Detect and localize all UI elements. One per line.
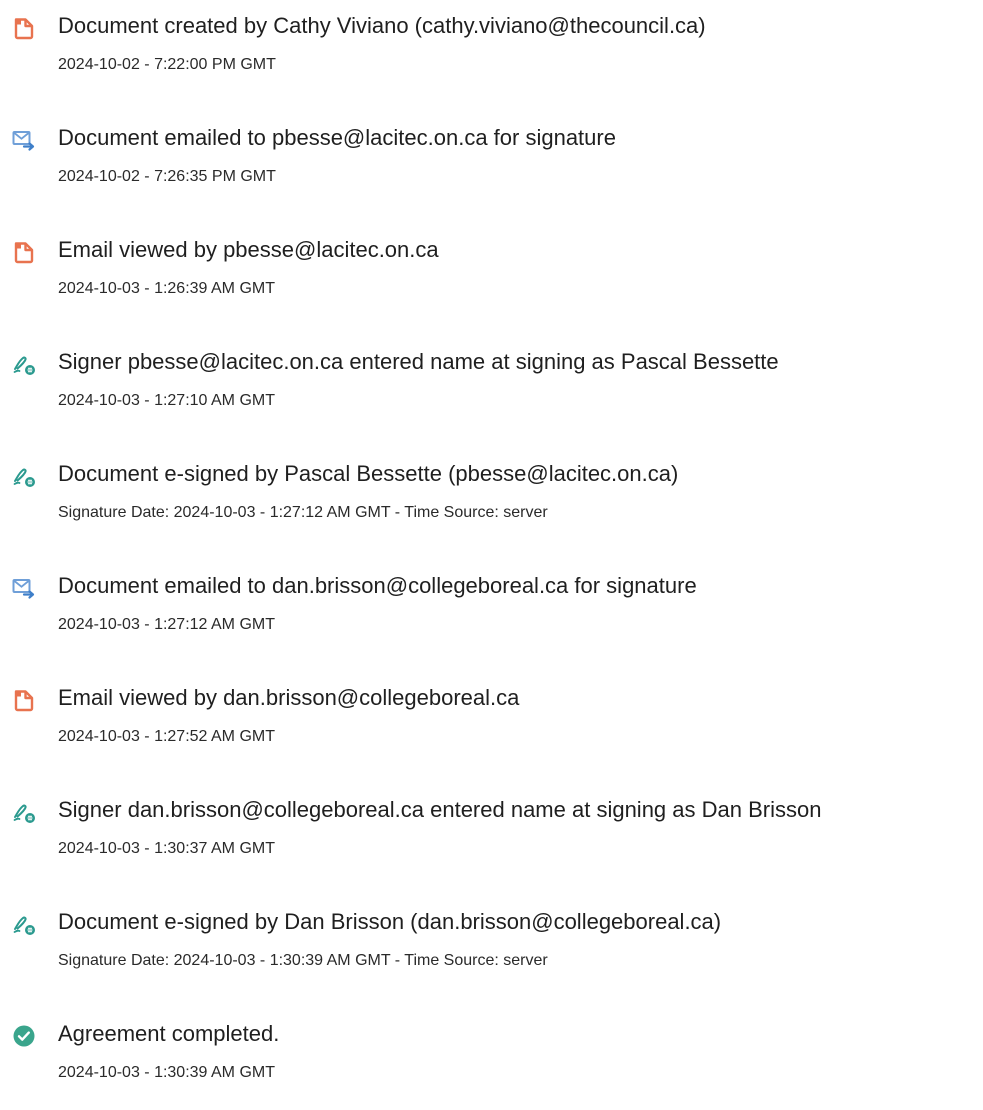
email-sent-icon: [12, 128, 36, 152]
audit-event: Document e-signed by Pascal Bessette (pb…: [0, 460, 983, 550]
esign-pen-icon: [12, 352, 36, 376]
event-title: Document created by Cathy Viviano (cathy…: [58, 13, 706, 38]
check-circle-icon: [12, 1024, 36, 1048]
email-sent-icon: [12, 576, 36, 600]
event-title: Document e-signed by Pascal Bessette (pb…: [58, 461, 679, 486]
event-timestamp: 2024-10-03 - 1:30:37 AM GMT: [58, 840, 275, 857]
event-title: Signer pbesse@lacitec.on.ca entered name…: [58, 349, 779, 374]
esign-pen-icon: [12, 912, 36, 936]
audit-event: Email viewed by pbesse@lacitec.on.ca 202…: [0, 236, 983, 326]
event-timestamp: Signature Date: 2024-10-03 - 1:30:39 AM …: [58, 952, 548, 969]
audit-event: Signer pbesse@lacitec.on.ca entered name…: [0, 348, 983, 438]
audit-event: Document emailed to pbesse@lacitec.on.ca…: [0, 124, 983, 214]
event-title: Document emailed to dan.brisson@collegeb…: [58, 573, 697, 598]
event-title: Email viewed by dan.brisson@collegeborea…: [58, 685, 520, 710]
event-timestamp: 2024-10-03 - 1:26:39 AM GMT: [58, 280, 275, 297]
event-title: Agreement completed.: [58, 1021, 280, 1046]
event-timestamp: Signature Date: 2024-10-03 - 1:27:12 AM …: [58, 504, 548, 521]
document-icon: [12, 16, 36, 40]
document-icon: [12, 240, 36, 264]
event-timestamp: 2024-10-03 - 1:27:12 AM GMT: [58, 616, 275, 633]
audit-event: Document emailed to dan.brisson@collegeb…: [0, 572, 983, 662]
esign-pen-icon: [12, 464, 36, 488]
event-timestamp: 2024-10-02 - 7:22:00 PM GMT: [58, 56, 276, 73]
event-title: Document emailed to pbesse@lacitec.on.ca…: [58, 125, 616, 150]
audit-event: Email viewed by dan.brisson@collegeborea…: [0, 684, 983, 774]
event-timestamp: 2024-10-03 - 1:27:10 AM GMT: [58, 392, 275, 409]
event-title: Document e-signed by Dan Brisson (dan.br…: [58, 909, 722, 934]
audit-event: Agreement completed. 2024-10-03 - 1:30:3…: [0, 1020, 983, 1110]
event-title: Signer dan.brisson@collegeboreal.ca ente…: [58, 797, 822, 822]
event-timestamp: 2024-10-02 - 7:26:35 PM GMT: [58, 168, 276, 185]
document-icon: [12, 688, 36, 712]
audit-event: Signer dan.brisson@collegeboreal.ca ente…: [0, 796, 983, 886]
event-timestamp: 2024-10-03 - 1:30:39 AM GMT: [58, 1064, 275, 1081]
audit-event: Document e-signed by Dan Brisson (dan.br…: [0, 908, 983, 998]
esign-pen-icon: [12, 800, 36, 824]
event-title: Email viewed by pbesse@lacitec.on.ca: [58, 237, 439, 262]
audit-event: Document created by Cathy Viviano (cathy…: [0, 12, 983, 102]
event-timestamp: 2024-10-03 - 1:27:52 AM GMT: [58, 728, 275, 745]
